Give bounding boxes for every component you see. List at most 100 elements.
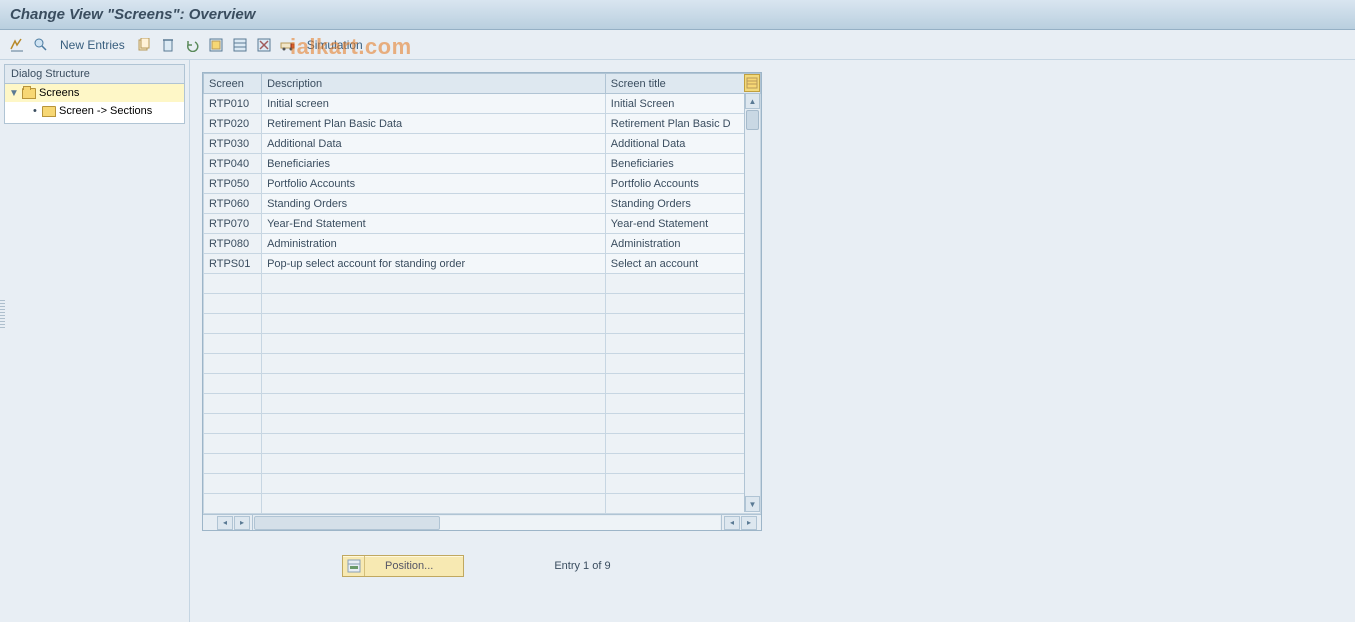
copy-icon[interactable] (135, 36, 153, 54)
cell-title[interactable]: Initial Screen (605, 94, 760, 114)
table-row-empty[interactable] (204, 334, 761, 354)
cell-title[interactable]: Portfolio Accounts (605, 174, 760, 194)
cell-screen[interactable]: RTP020 (204, 114, 262, 134)
cell-screen[interactable]: RTP030 (204, 134, 262, 154)
table-row[interactable]: RTP020Retirement Plan Basic DataRetireme… (204, 114, 761, 134)
scroll-up-icon[interactable]: ▲ (745, 93, 760, 109)
cell-description[interactable]: Retirement Plan Basic Data (262, 114, 606, 134)
cell-empty[interactable] (262, 394, 606, 414)
cell-description[interactable]: Administration (262, 234, 606, 254)
horizontal-scrollbar[interactable]: ◂ ▸ ◂ ▸ (203, 514, 761, 530)
table-row[interactable]: RTP080AdministrationAdministration (204, 234, 761, 254)
cell-title[interactable]: Beneficiaries (605, 154, 760, 174)
table-row-empty[interactable] (204, 374, 761, 394)
cell-description[interactable]: Portfolio Accounts (262, 174, 606, 194)
table-row-empty[interactable] (204, 454, 761, 474)
delete-icon[interactable] (159, 36, 177, 54)
cell-empty[interactable] (204, 314, 262, 334)
cell-empty[interactable] (204, 374, 262, 394)
table-row-empty[interactable] (204, 394, 761, 414)
scroll-last-icon[interactable]: ▸ (741, 516, 757, 530)
undo-icon[interactable] (183, 36, 201, 54)
new-entries-button[interactable]: New Entries (56, 38, 129, 52)
table-row-empty[interactable] (204, 354, 761, 374)
table-row-empty[interactable] (204, 274, 761, 294)
table-row-empty[interactable] (204, 314, 761, 334)
cell-description[interactable]: Beneficiaries (262, 154, 606, 174)
toggle-display-icon[interactable] (8, 36, 26, 54)
column-header-description[interactable]: Description (262, 74, 606, 94)
cell-description[interactable]: Standing Orders (262, 194, 606, 214)
cell-screen[interactable]: RTP050 (204, 174, 262, 194)
table-row[interactable]: RTP050Portfolio AccountsPortfolio Accoun… (204, 174, 761, 194)
cell-empty[interactable] (605, 394, 760, 414)
cell-title[interactable]: Standing Orders (605, 194, 760, 214)
scroll-down-icon[interactable]: ▼ (745, 496, 760, 512)
table-row-empty[interactable] (204, 434, 761, 454)
scroll-left-icon[interactable]: ▸ (234, 516, 250, 530)
hscrollbar-thumb[interactable] (254, 516, 440, 530)
cell-empty[interactable] (605, 454, 760, 474)
cell-empty[interactable] (605, 274, 760, 294)
position-button[interactable]: Position... (342, 555, 464, 577)
cell-screen[interactable]: RTP060 (204, 194, 262, 214)
cell-empty[interactable] (605, 434, 760, 454)
table-row-empty[interactable] (204, 494, 761, 514)
vertical-scrollbar[interactable]: ▲ ▼ (744, 93, 760, 512)
table-config-button[interactable] (744, 74, 760, 92)
select-block-icon[interactable] (231, 36, 249, 54)
table-row[interactable]: RTPS01Pop-up select account for standing… (204, 254, 761, 274)
table-row[interactable]: RTP060Standing OrdersStanding Orders (204, 194, 761, 214)
column-header-title[interactable]: Screen title (605, 74, 760, 94)
cell-empty[interactable] (605, 334, 760, 354)
cell-empty[interactable] (262, 274, 606, 294)
table-row-empty[interactable] (204, 294, 761, 314)
cell-empty[interactable] (605, 474, 760, 494)
cell-description[interactable]: Year-End Statement (262, 214, 606, 234)
simulation-button[interactable]: Simulation (303, 38, 367, 52)
cell-empty[interactable] (262, 294, 606, 314)
table-row[interactable]: RTP010Initial screenInitial Screen (204, 94, 761, 114)
cell-title[interactable]: Year-end Statement (605, 214, 760, 234)
cell-empty[interactable] (605, 494, 760, 514)
cell-description[interactable]: Additional Data (262, 134, 606, 154)
cell-title[interactable]: Administration (605, 234, 760, 254)
cell-title[interactable]: Select an account (605, 254, 760, 274)
cell-empty[interactable] (605, 354, 760, 374)
cell-screen[interactable]: RTP080 (204, 234, 262, 254)
cell-empty[interactable] (605, 414, 760, 434)
cell-empty[interactable] (262, 374, 606, 394)
cell-empty[interactable] (204, 494, 262, 514)
sidebar-resize-handle[interactable] (0, 300, 5, 328)
cell-empty[interactable] (262, 314, 606, 334)
cell-screen[interactable]: RTPS01 (204, 254, 262, 274)
cell-empty[interactable] (262, 354, 606, 374)
table-row[interactable]: RTP070Year-End StatementYear-end Stateme… (204, 214, 761, 234)
scroll-first-icon[interactable]: ◂ (217, 516, 233, 530)
cell-empty[interactable] (204, 454, 262, 474)
cell-screen[interactable]: RTP010 (204, 94, 262, 114)
deselect-all-icon[interactable] (255, 36, 273, 54)
cell-empty[interactable] (262, 414, 606, 434)
cell-empty[interactable] (204, 394, 262, 414)
cell-empty[interactable] (605, 294, 760, 314)
cell-empty[interactable] (204, 274, 262, 294)
cell-empty[interactable] (605, 314, 760, 334)
table-row[interactable]: RTP030Additional DataAdditional Data (204, 134, 761, 154)
cell-empty[interactable] (262, 474, 606, 494)
cell-title[interactable]: Retirement Plan Basic D (605, 114, 760, 134)
table-row[interactable]: RTP040BeneficiariesBeneficiaries (204, 154, 761, 174)
column-header-screen[interactable]: Screen (204, 74, 262, 94)
cell-empty[interactable] (204, 354, 262, 374)
cell-empty[interactable] (204, 434, 262, 454)
cell-description[interactable]: Initial screen (262, 94, 606, 114)
cell-empty[interactable] (262, 434, 606, 454)
scroll-right-icon[interactable]: ◂ (724, 516, 740, 530)
cell-empty[interactable] (262, 454, 606, 474)
cell-description[interactable]: Pop-up select account for standing order (262, 254, 606, 274)
tree-item-screen-sections[interactable]: • Screen -> Sections (5, 102, 184, 120)
cell-screen[interactable]: RTP040 (204, 154, 262, 174)
collapse-arrow-icon[interactable]: ▼ (9, 88, 19, 99)
cell-empty[interactable] (605, 374, 760, 394)
find-icon[interactable] (32, 36, 50, 54)
